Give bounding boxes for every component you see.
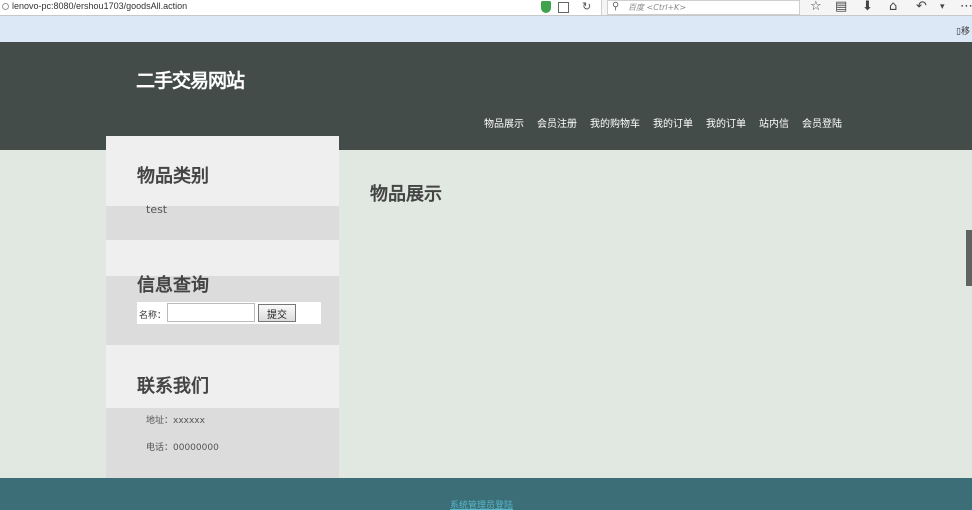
browser-search-input[interactable]: ⚲ 百度 <Ctrl+K>	[607, 0, 800, 15]
address-bar[interactable]: lenovo-pc:8080/ershou1703/goodsAll.actio…	[0, 0, 602, 15]
nav-member-register[interactable]: 会员注册	[537, 115, 577, 130]
dropdown-icon[interactable]: ▾	[940, 2, 945, 12]
query-form: 名称： 提交	[137, 302, 321, 324]
category-title: 物品类别	[137, 166, 209, 187]
page-title: 物品展示	[370, 184, 442, 205]
download-icon[interactable]: ⬇	[862, 0, 873, 14]
shield-icon[interactable]	[541, 1, 551, 13]
query-panel: 信息查询 名称： 提交	[106, 240, 339, 345]
submit-button[interactable]: 提交	[258, 304, 296, 322]
category-item[interactable]: test	[146, 203, 167, 216]
nav-goods-display[interactable]: 物品展示	[484, 115, 524, 130]
nav-member-login[interactable]: 会员登陆	[802, 115, 842, 130]
site-footer: 系统管理员登陆	[0, 478, 972, 510]
search-placeholder: 百度 <Ctrl+K>	[628, 3, 687, 12]
contact-address: 地址：xxxxxx	[146, 416, 205, 426]
reload-icon[interactable]: ↻	[582, 0, 591, 13]
site-title: 二手交易网站	[136, 70, 245, 92]
bookmark-star-icon[interactable]: ☆	[810, 0, 822, 14]
nav-my-cart[interactable]: 我的购物车	[590, 115, 640, 130]
main-nav: 物品展示 会员注册 我的购物车 我的订单 我的订单 站内信 会员登陆	[484, 115, 842, 130]
query-title: 信息查询	[137, 275, 209, 296]
contact-phone: 电话：00000000	[146, 443, 219, 453]
nav-my-orders-2[interactable]: 我的订单	[706, 115, 746, 130]
back-history-icon[interactable]: ↶	[916, 0, 927, 14]
contact-title: 联系我们	[137, 376, 209, 397]
home-icon[interactable]: ⌂	[889, 0, 897, 14]
menu-icon[interactable]: ⋯	[960, 0, 972, 14]
qr-code-icon[interactable]	[558, 2, 569, 13]
url-text: lenovo-pc:8080/ershou1703/goodsAll.actio…	[12, 1, 188, 11]
site-info-icon[interactable]	[2, 3, 9, 10]
contact-panel: 联系我们 地址：xxxxxx 电话：00000000	[106, 345, 339, 478]
name-input[interactable]	[167, 303, 255, 322]
reading-list-icon[interactable]: ▤	[835, 0, 847, 14]
category-panel: 物品类别 test	[106, 136, 339, 240]
bookmarks-bar: ▯移	[0, 16, 972, 42]
admin-login-link[interactable]: 系统管理员登陆	[450, 498, 513, 510]
name-label: 名称：	[139, 311, 167, 321]
nav-messages[interactable]: 站内信	[759, 115, 789, 130]
search-icon: ⚲	[612, 1, 620, 12]
nav-my-orders[interactable]: 我的订单	[653, 115, 693, 130]
scrollbar-thumb[interactable]	[966, 230, 972, 286]
browser-toolbar: lenovo-pc:8080/ershou1703/goodsAll.actio…	[0, 0, 972, 16]
sidebar: 物品类别 test 信息查询 名称： 提交 联系我们 地址：xxxxxx 电话：…	[106, 136, 339, 478]
site-header: 二手交易网站 物品展示 会员注册 我的购物车 我的订单 我的订单 站内信 会员登…	[0, 42, 972, 150]
bookmark-item[interactable]: ▯移	[956, 24, 970, 37]
